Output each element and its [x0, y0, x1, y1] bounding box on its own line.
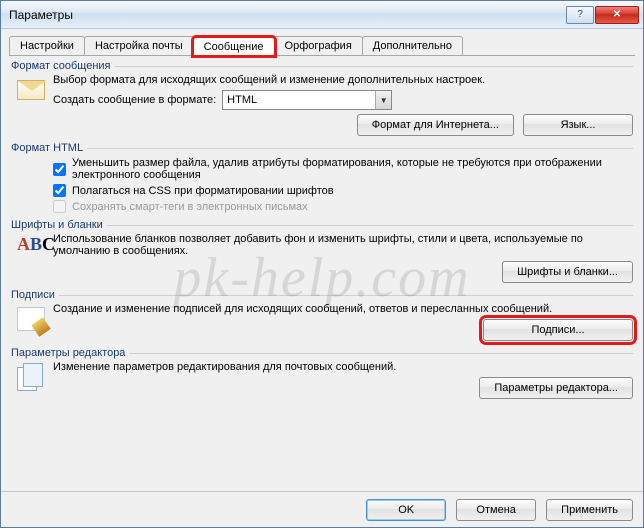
signatures-button[interactable]: Подписи...: [483, 319, 633, 341]
group-message-format: Формат сообщения Выбор формата для исход…: [11, 60, 633, 136]
cancel-button[interactable]: Отмена: [456, 499, 536, 521]
group-title: Подписи: [11, 289, 633, 301]
create-format-label: Создать сообщение в формате:: [53, 94, 216, 106]
checkbox-label: Сохранять смарт-теги в электронных письм…: [72, 201, 308, 213]
editor-desc: Изменение параметров редактирования для …: [53, 361, 633, 373]
abc-icon: ABC: [17, 235, 47, 265]
window-title: Параметры: [9, 8, 565, 22]
titlebar: Параметры ? ✕: [1, 1, 643, 29]
tab-spelling[interactable]: Орфография: [274, 36, 363, 55]
tab-message[interactable]: Сообщение: [193, 37, 275, 56]
language-button[interactable]: Язык...: [523, 114, 633, 136]
group-title-text: Подписи: [11, 289, 55, 301]
group-title-text: Параметры редактора: [11, 347, 125, 359]
dialog-window: Параметры ? ✕ Настройки Настройка почты …: [0, 0, 644, 528]
group-title: Параметры редактора: [11, 347, 633, 359]
internet-format-button[interactable]: Формат для Интернета...: [357, 114, 514, 136]
format-value: HTML: [223, 94, 375, 106]
divider: [107, 225, 633, 226]
tab-general[interactable]: Настройки: [9, 36, 85, 55]
group-editor: Параметры редактора Изменение параметров…: [11, 347, 633, 399]
group-title-text: Шрифты и бланки: [11, 219, 103, 231]
ok-button[interactable]: OK: [366, 499, 446, 521]
group-title-text: Формат HTML: [11, 142, 83, 154]
tab-strip: Настройки Настройка почты Сообщение Орфо…: [1, 29, 643, 55]
checkbox-label: Уменьшить размер файла, удалив атрибуты …: [72, 157, 633, 181]
divider: [115, 66, 633, 67]
apply-button[interactable]: Применить: [546, 499, 633, 521]
checkbox-input[interactable]: [53, 163, 66, 176]
checkbox-rely-css[interactable]: Полагаться на CSS при форматировании шри…: [53, 184, 633, 197]
chevron-down-icon: ▼: [375, 91, 391, 109]
divider: [129, 353, 633, 354]
divider: [59, 295, 633, 296]
format-combobox[interactable]: HTML ▼: [222, 90, 392, 110]
group-title: Формат HTML: [11, 142, 633, 154]
group-title: Формат сообщения: [11, 60, 633, 72]
pages-icon: [17, 363, 47, 393]
close-button[interactable]: ✕: [595, 6, 639, 24]
group-title-text: Формат сообщения: [11, 60, 111, 72]
signatures-desc: Создание и изменение подписей для исходя…: [53, 303, 633, 315]
format-desc: Выбор формата для исходящих сообщений и …: [53, 74, 633, 86]
dialog-footer: OK Отмена Применить: [1, 491, 643, 527]
envelope-icon: [17, 76, 47, 106]
fonts-desc: Использование бланков позволяет добавить…: [53, 233, 633, 257]
group-fonts: Шрифты и бланки ABC Использование бланко…: [11, 219, 633, 283]
checkbox-reduce-size[interactable]: Уменьшить размер файла, удалив атрибуты …: [53, 157, 633, 181]
checkbox-label: Полагаться на CSS при форматировании шри…: [72, 185, 334, 197]
editor-options-button[interactable]: Параметры редактора...: [479, 377, 633, 399]
divider: [87, 148, 633, 149]
checkbox-input[interactable]: [53, 184, 66, 197]
group-signatures: Подписи Создание и изменение подписей дл…: [11, 289, 633, 341]
fonts-stationery-button[interactable]: Шрифты и бланки...: [502, 261, 633, 283]
group-title: Шрифты и бланки: [11, 219, 633, 231]
dialog-content: pk-help.com Формат сообщения Выбор форма…: [1, 56, 643, 491]
tab-mail-setup[interactable]: Настройка почты: [84, 36, 194, 55]
help-button[interactable]: ?: [566, 6, 594, 24]
tab-advanced[interactable]: Дополнительно: [362, 36, 463, 55]
checkbox-input: [53, 200, 66, 213]
group-html-format: Формат HTML Уменьшить размер файла, удал…: [11, 142, 633, 213]
signature-icon: [17, 305, 47, 335]
checkbox-smart-tags: Сохранять смарт-теги в электронных письм…: [53, 200, 633, 213]
